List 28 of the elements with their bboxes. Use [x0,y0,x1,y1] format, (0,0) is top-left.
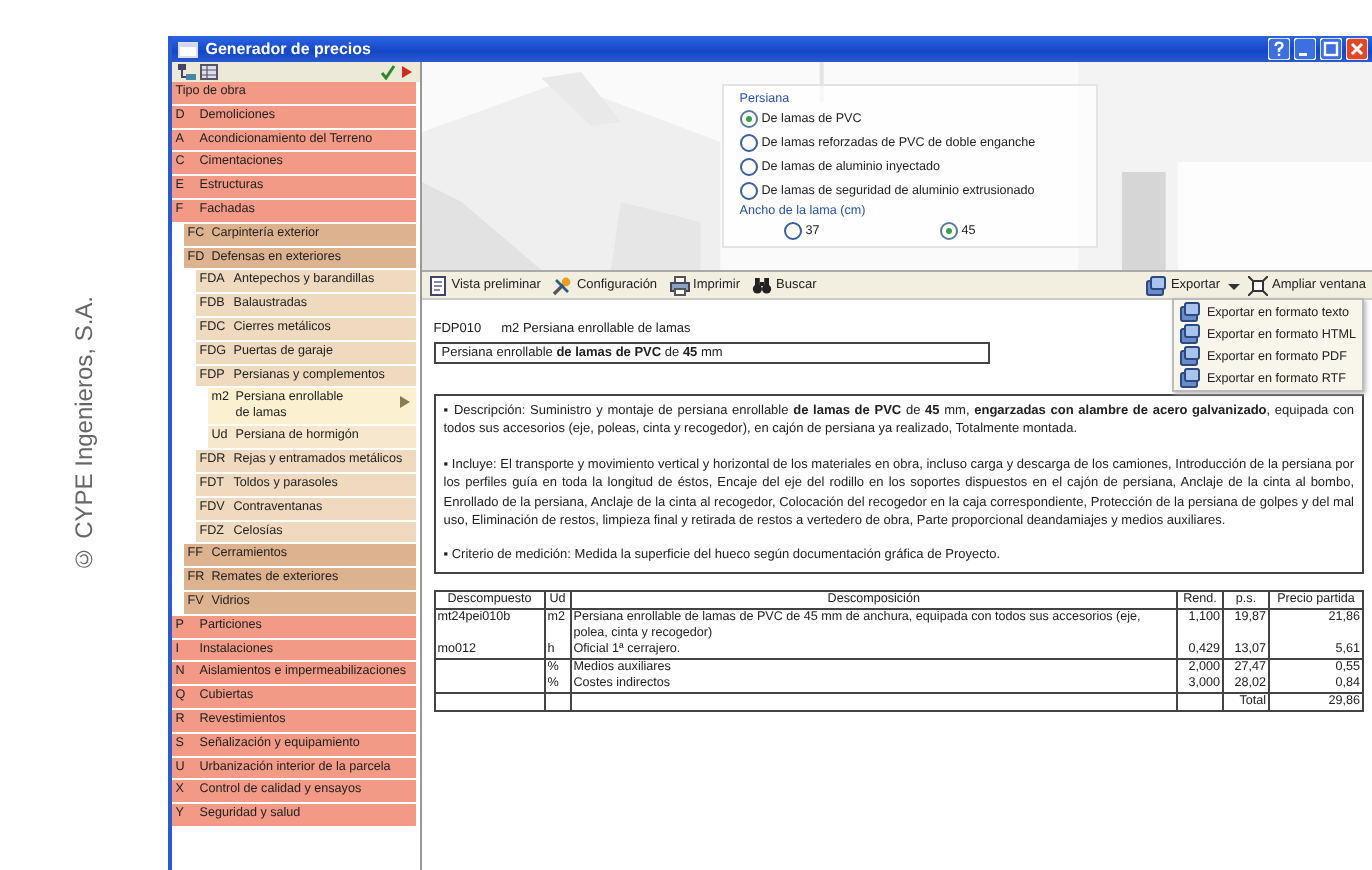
maximize-icon[interactable] [1320,38,1342,60]
checkmark-icon[interactable] [379,64,396,80]
minimize-icon[interactable] [1294,38,1316,60]
window-icon [177,41,198,57]
disk-icon[interactable] [1146,275,1167,295]
disk-icon [1180,324,1201,344]
arrow-icon[interactable] [399,64,414,80]
disk-icon [1180,368,1201,388]
binoculars-icon[interactable] [752,275,773,295]
radio-button[interactable] [739,158,758,176]
tools-icon[interactable] [552,275,573,295]
radio-button[interactable] [783,222,802,240]
radio-button[interactable] [739,134,758,152]
tree-icon[interactable] [177,64,196,80]
disk-icon [1180,302,1201,322]
radio-button[interactable] [739,110,758,128]
copyright-text: © CYPE Ingenieros, S.A. [69,296,98,574]
radio-button[interactable] [939,222,958,240]
disk-icon [1180,346,1201,366]
window-title: Generador de precios [205,40,371,58]
radio-button[interactable] [739,182,758,200]
grid-icon[interactable] [199,64,218,80]
document-icon[interactable] [427,275,448,295]
expand-icon[interactable] [1248,275,1269,295]
printer-icon[interactable] [669,275,690,295]
arrow-icon [397,394,412,411]
help-icon[interactable] [1268,38,1290,60]
close-icon[interactable] [1346,38,1368,60]
